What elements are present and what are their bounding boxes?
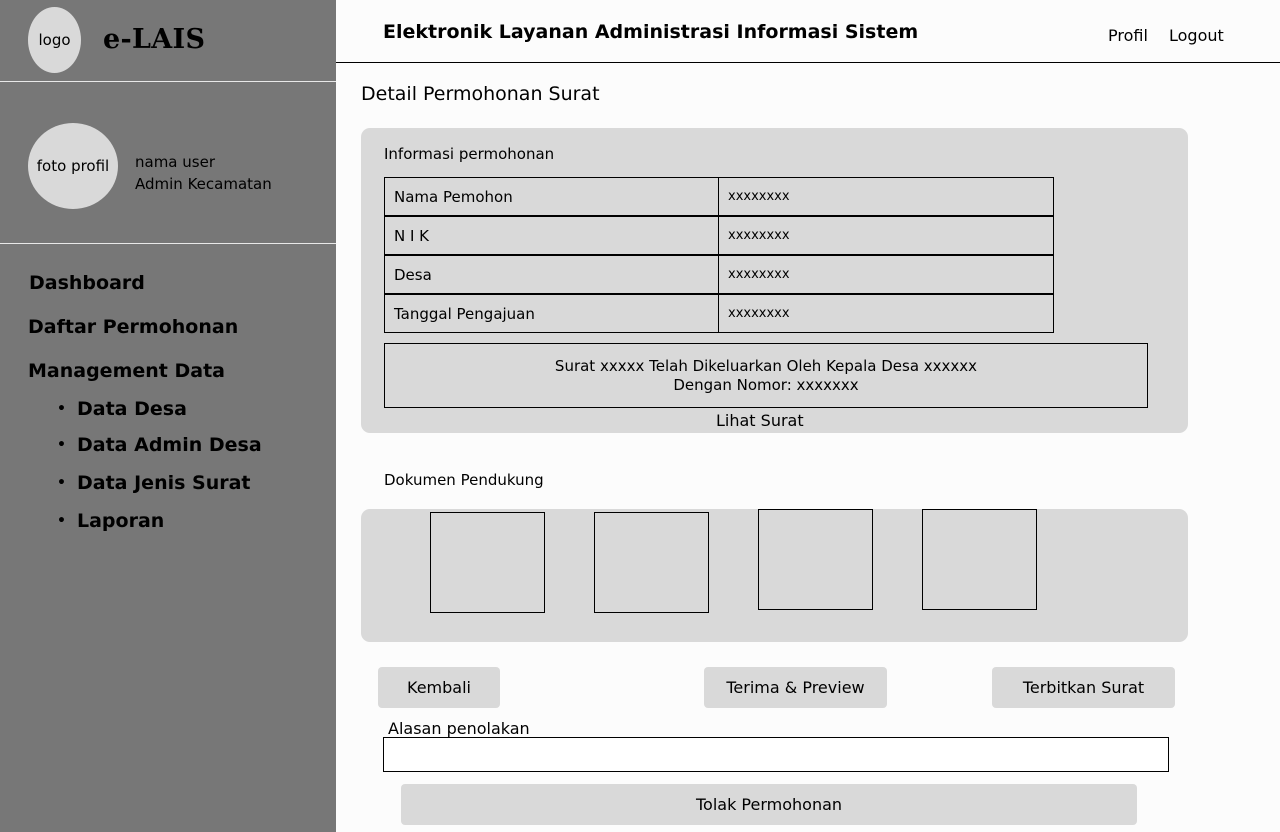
page-title: Detail Permohonan Surat	[361, 83, 600, 105]
notice-line-1: Surat xxxxx Telah Dikeluarkan Oleh Kepal…	[554, 356, 978, 375]
header-title: Elektronik Layanan Administrasi Informas…	[383, 21, 919, 43]
sidebar: logo e-LAIS foto profil nama user Admin …	[0, 0, 336, 832]
nav-laporan[interactable]: • Laporan	[57, 510, 164, 532]
nav-label: Data Desa	[77, 398, 187, 420]
info-key-tanggal: Tanggal Pengajuan	[384, 294, 719, 333]
bullet-icon: •	[57, 513, 66, 529]
bullet-icon: •	[57, 401, 66, 417]
info-value-nik: xxxxxxxx	[718, 216, 1054, 255]
issued-notice: Surat xxxxx Telah Dikeluarkan Oleh Kepal…	[384, 343, 1148, 408]
terima-preview-button[interactable]: Terima & Preview	[704, 667, 887, 708]
info-value-desa: xxxxxxxx	[718, 255, 1054, 294]
info-value-nama: xxxxxxxx	[718, 177, 1054, 216]
info-key-nik: N I K	[384, 216, 719, 255]
info-section-label: Informasi permohonan	[384, 145, 555, 163]
bullet-icon: •	[57, 437, 66, 453]
nav-dashboard[interactable]: Dashboard	[29, 272, 145, 294]
document-thumbnail[interactable]	[922, 509, 1037, 610]
document-thumbnail[interactable]	[430, 512, 545, 613]
header-divider	[336, 62, 1280, 63]
info-key-desa: Desa	[384, 255, 719, 294]
kembali-button[interactable]: Kembali	[378, 667, 500, 708]
avatar-label: foto profil	[36, 157, 110, 175]
app-name: e-LAIS	[103, 24, 206, 55]
sidebar-divider	[0, 81, 336, 82]
info-key-nama: Nama Pemohon	[384, 177, 719, 216]
nav-data-desa[interactable]: • Data Desa	[57, 398, 187, 420]
user-name: nama user	[135, 153, 215, 171]
app-logo: logo	[28, 7, 81, 73]
notice-line-2: Dengan Nomor: xxxxxxx	[673, 375, 859, 394]
bullet-icon: •	[57, 475, 66, 491]
nav-data-jenis-surat[interactable]: • Data Jenis Surat	[57, 472, 251, 494]
nav-management-data[interactable]: Management Data	[28, 360, 225, 382]
info-value-tanggal: xxxxxxxx	[718, 294, 1054, 333]
lihat-surat-link[interactable]: Lihat Surat	[716, 411, 804, 430]
user-role: Admin Kecamatan	[135, 175, 272, 193]
nav-label: Laporan	[77, 510, 165, 532]
tolak-permohonan-button[interactable]: Tolak Permohonan	[401, 784, 1137, 825]
nav-label: Data Admin Desa	[77, 434, 262, 456]
document-thumbnail[interactable]	[594, 512, 709, 613]
nav-daftar-permohonan[interactable]: Daftar Permohonan	[28, 316, 238, 338]
reason-input[interactable]	[383, 737, 1169, 772]
nav-data-admin-desa[interactable]: • Data Admin Desa	[57, 434, 262, 456]
avatar: foto profil	[28, 123, 118, 209]
sidebar-divider	[0, 243, 336, 244]
nav-label: Data Jenis Surat	[77, 472, 251, 494]
profil-link[interactable]: Profil	[1108, 26, 1148, 45]
document-thumbnail[interactable]	[758, 509, 873, 610]
documents-section-label: Dokumen Pendukung	[384, 471, 544, 489]
logout-link[interactable]: Logout	[1169, 26, 1224, 45]
terbitkan-surat-button[interactable]: Terbitkan Surat	[992, 667, 1175, 708]
reason-label: Alasan penolakan	[388, 719, 530, 738]
logo-label: logo	[38, 31, 71, 49]
